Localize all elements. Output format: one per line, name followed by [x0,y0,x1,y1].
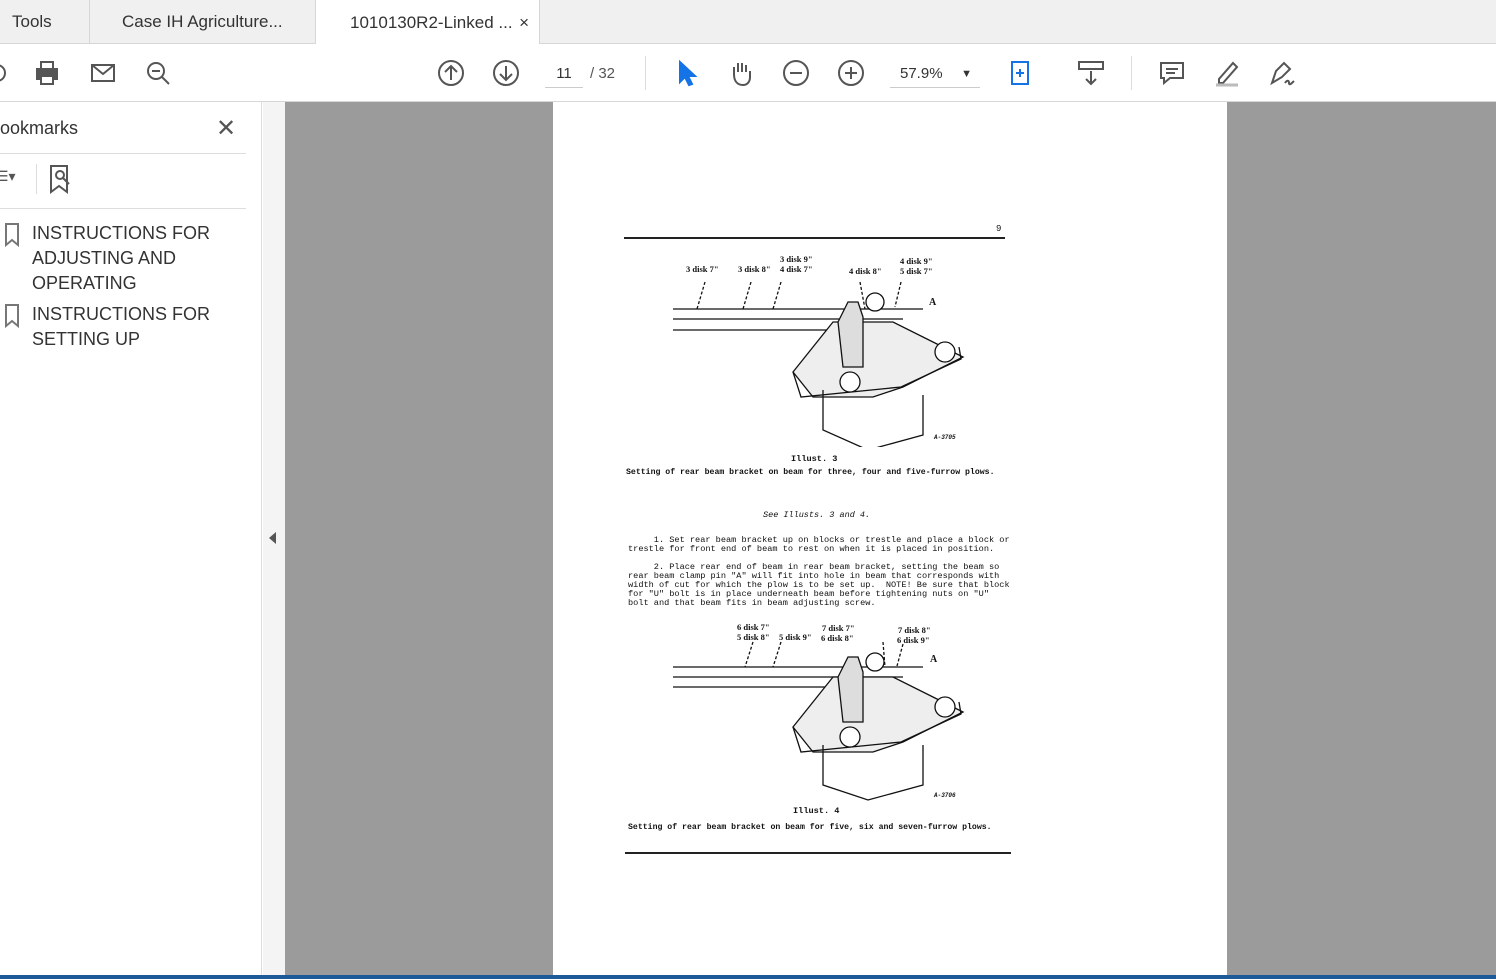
pdf-page: 9 3 disk 7" 3 disk 8" 3 disk 9" 4 disk 7… [553,102,1227,975]
hand-tool-icon[interactable] [726,58,756,88]
bookmark-label: INSTRUCTIONS FOR SETTING UP [32,304,210,349]
illustration-beam-bracket [673,641,965,801]
bookmark-icon [5,304,19,328]
panel-title: ookmarks [0,118,79,138]
email-icon[interactable] [88,58,118,88]
header-rule [624,237,1005,239]
footer-rule [625,852,1011,854]
tab-label: Case IH Agriculture... [122,12,283,31]
zoom-level-select[interactable]: 57.9% ▼ [890,60,980,88]
tab-case-ih[interactable]: Case IH Agriculture... [90,0,316,44]
figure-title: Illust. 3 [791,454,838,464]
divider [36,164,37,194]
figure-label: 6 disk 7" [737,622,770,632]
taskbar-strip [0,975,1496,979]
select-cursor-icon[interactable] [671,58,701,88]
figure-label: 4 disk 9" [900,256,933,266]
print-icon[interactable] [32,58,62,88]
bookmark-item[interactable]: INSTRUCTIONS FOR ADJUSTING AND OPERATING [0,221,240,296]
close-panel-icon[interactable]: ✕ [216,114,236,143]
document-view[interactable]: 9 3 disk 7" 3 disk 8" 3 disk 9" 4 disk 7… [285,102,1496,975]
paragraph: 2. Place rear end of beam in rear beam b… [628,562,1010,608]
figure-caption: Setting of rear beam bracket on beam for… [626,468,995,477]
tab-document[interactable]: 1010130R2-Linked ... × [316,0,540,45]
section-reference: See Illusts. 3 and 4. [763,510,871,520]
next-page-icon[interactable] [491,58,521,88]
close-tab-icon[interactable]: × [519,13,529,33]
zoom-value: 57.9% [900,65,943,82]
figure-label: 3 disk 9" [780,254,813,264]
tab-label: 1010130R2-Linked ... [350,12,513,32]
search-icon[interactable] [143,58,173,88]
chevron-down-icon: ▼ [961,68,972,80]
previous-page-icon[interactable] [436,58,466,88]
tab-bar: Tools Case IH Agriculture... 1010130R2-L… [0,0,1496,45]
page-number: 9 [996,224,1002,234]
bookmark-item[interactable]: INSTRUCTIONS FOR SETTING UP [0,302,240,352]
zoom-in-icon[interactable] [836,58,866,88]
fit-page-icon[interactable] [1006,58,1036,88]
options-menu-icon[interactable]: ☰▾ [0,168,16,185]
illustration-beam-bracket [673,281,965,447]
divider [0,208,246,209]
toolbar: 11 / 32 57.9% ▼ [0,44,1496,102]
figure-code: A-3706 [934,792,956,799]
bookmark-icon [5,223,19,247]
tab-tools[interactable]: Tools [0,0,90,44]
divider [0,153,246,154]
scroll-mode-icon[interactable] [1076,58,1106,88]
tab-label: Tools [12,12,52,31]
page-number-input[interactable]: 11 [545,60,583,88]
zoom-out-icon[interactable] [781,58,811,88]
panel-splitter[interactable] [263,102,285,979]
figure-title: Illust. 4 [793,806,840,816]
pin-label: A [929,297,937,308]
divider [645,56,646,90]
bookmark-label: INSTRUCTIONS FOR ADJUSTING AND OPERATING [32,223,210,293]
highlight-icon[interactable] [1212,58,1242,88]
add-bookmark-icon[interactable] [48,164,74,199]
figure-code: A-3705 [934,434,956,441]
bookmarks-panel: ookmarks ✕ ☰▾ INSTRUCTIONS FOR ADJUSTING… [0,102,262,979]
sign-icon[interactable] [1267,58,1297,88]
save-icon[interactable] [0,58,18,88]
comment-icon[interactable] [1157,58,1187,88]
paragraph: 1. Set rear beam bracket up on blocks or… [628,535,1010,554]
collapse-arrow-icon[interactable] [269,532,276,544]
pin-label: A [930,654,938,665]
figure-caption: Setting of rear beam bracket on beam for… [628,823,992,832]
divider [1131,56,1132,90]
page-total: / 32 [590,65,616,82]
